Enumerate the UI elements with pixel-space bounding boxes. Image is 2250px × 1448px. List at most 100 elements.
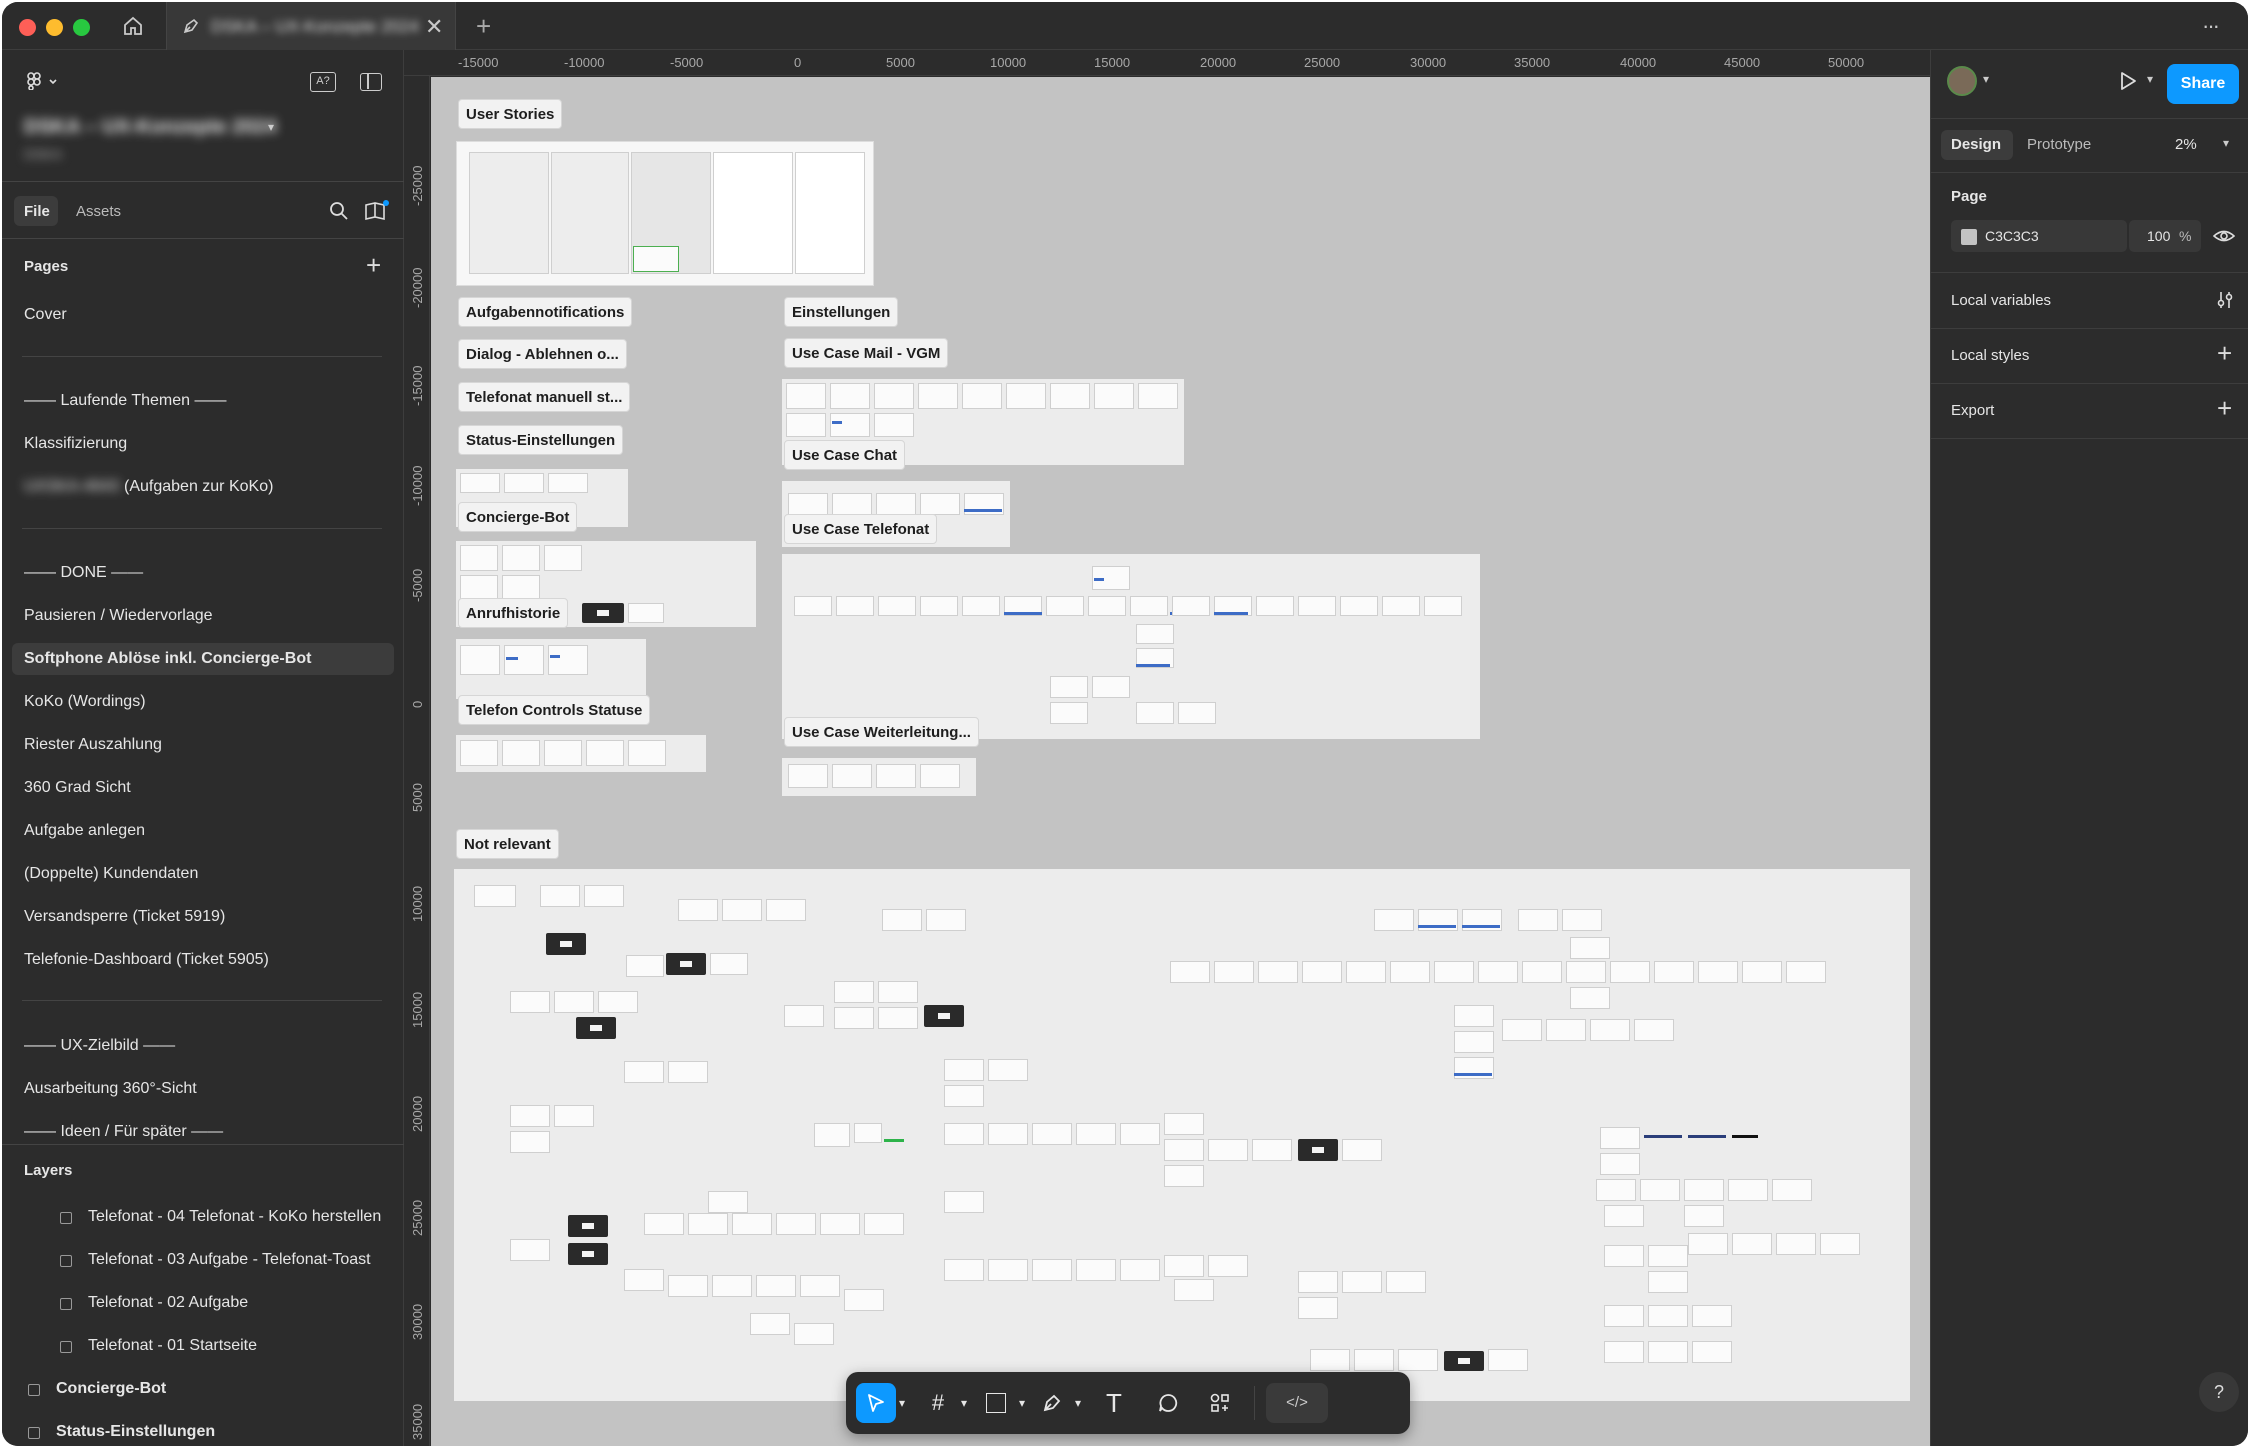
avatar[interactable]: [1947, 66, 1977, 96]
section-label-use-case-mail[interactable]: Use Case Mail - VGM: [784, 338, 949, 368]
frame-tool-icon[interactable]: #: [918, 1383, 958, 1423]
page-item[interactable]: —— DONE ——: [24, 564, 143, 582]
chevron-down-icon[interactable]: ▾: [1070, 1383, 1086, 1423]
close-window-button[interactable]: [19, 19, 36, 36]
section-telefon-controls[interactable]: [456, 735, 706, 772]
section-use-case-weiterleitung[interactable]: [782, 758, 976, 796]
actions-tool-icon[interactable]: [1200, 1383, 1240, 1423]
panel-toggle-icon[interactable]: [360, 73, 382, 91]
section-label-anrufhistorie[interactable]: Anrufhistorie: [458, 598, 569, 628]
page-item[interactable]: KoKo (Wordings): [24, 693, 146, 711]
section-anrufhistorie[interactable]: [456, 639, 646, 699]
chevron-down-icon[interactable]: ▾: [894, 1383, 910, 1423]
section-use-case-telefonat[interactable]: [782, 554, 1480, 739]
figma-menu-icon[interactable]: [26, 72, 60, 95]
color-swatch[interactable]: [1961, 229, 1977, 245]
layer-item[interactable]: Status-Einstellungen: [56, 1423, 215, 1441]
page-item[interactable]: Versandsperre (Ticket 5919): [24, 908, 225, 926]
page-item[interactable]: Klassifizierung: [24, 435, 127, 453]
page-color-field[interactable]: [1951, 220, 2127, 252]
ruler-tick: 25000: [1304, 55, 1341, 70]
tab-prototype[interactable]: Prototype: [2027, 136, 2091, 153]
page-item[interactable]: 360 Grad Sicht: [24, 779, 131, 797]
file-name[interactable]: DSKA – UX-Konzepte 2024: [24, 116, 277, 139]
section-label-concierge-bot[interactable]: Concierge-Bot: [458, 502, 578, 532]
variables-icon[interactable]: [2215, 290, 2235, 315]
frame-layer-icon: [60, 1255, 72, 1267]
section-label-not-relevant[interactable]: Not relevant: [456, 829, 559, 859]
page-item-blurred-prefix: UXSKA-4643: [24, 478, 120, 495]
chevron-down-icon[interactable]: ▾: [2147, 72, 2153, 86]
ruler-tick: 5000: [410, 783, 425, 812]
ruler-tick: 50000: [1828, 55, 1865, 70]
add-style-icon[interactable]: +: [2217, 338, 2232, 369]
add-export-icon[interactable]: +: [2217, 393, 2232, 424]
export-heading[interactable]: Export: [1951, 402, 1994, 419]
page-item[interactable]: Ausarbeitung 360°-Sicht: [24, 1080, 197, 1098]
ai-icon[interactable]: A?: [310, 72, 336, 92]
local-variables-heading[interactable]: Local variables: [1951, 292, 2051, 309]
section-label-status-einstellungen[interactable]: Status-Einstellungen: [458, 425, 624, 455]
page-item[interactable]: (Aufgaben zur KoKo): [124, 478, 273, 496]
section-label-user-stories[interactable]: User Stories: [458, 99, 563, 129]
maximize-window-button[interactable]: [73, 19, 90, 36]
present-icon[interactable]: [2117, 70, 2139, 97]
page-item[interactable]: —— Laufende Themen ——: [24, 392, 226, 410]
home-icon[interactable]: [122, 2, 144, 54]
page-item[interactable]: Cover: [24, 306, 67, 324]
add-page-icon[interactable]: +: [366, 250, 381, 281]
section-label-use-case-chat[interactable]: Use Case Chat: [784, 440, 906, 470]
page-item[interactable]: Riester Auszahlung: [24, 736, 162, 754]
chevron-down-icon[interactable]: ▾: [268, 120, 274, 134]
page-item[interactable]: —— UX-Zielbild ——: [24, 1037, 175, 1055]
section-not-relevant[interactable]: [454, 869, 1910, 1401]
chevron-down-icon[interactable]: ▾: [2223, 136, 2229, 150]
new-tab-button[interactable]: +: [476, 2, 491, 50]
tab-assets[interactable]: Assets: [76, 203, 121, 220]
section-label-use-case-telefonat[interactable]: Use Case Telefonat: [784, 514, 938, 544]
file-tab[interactable]: DSKA – UX-Konzepte 2024 ✕: [166, 2, 456, 51]
section-label-use-case-weiterleitung[interactable]: Use Case Weiterleitung...: [784, 717, 979, 747]
page-opacity-value[interactable]: 100: [2147, 228, 2170, 244]
section-user-stories[interactable]: [456, 141, 874, 286]
page-item[interactable]: Softphone Ablöse inkl. Concierge-Bot: [24, 650, 311, 668]
ruler-tick: -25000: [410, 165, 425, 206]
ruler-tick: -5000: [410, 568, 425, 602]
library-icon[interactable]: [364, 200, 390, 227]
local-styles-heading[interactable]: Local styles: [1951, 347, 2029, 364]
layer-item[interactable]: Telefonat - 03 Aufgabe - Telefonat-Toast: [88, 1251, 371, 1269]
dev-mode-toggle-icon[interactable]: </>: [1266, 1383, 1328, 1423]
chevron-down-icon[interactable]: ▾: [956, 1383, 972, 1423]
chevron-down-icon[interactable]: ▾: [1983, 72, 1989, 86]
section-label-dialog[interactable]: Dialog - Ablehnen o...: [458, 339, 627, 369]
help-button[interactable]: ?: [2199, 1372, 2239, 1412]
layer-item[interactable]: Concierge-Bot: [56, 1380, 166, 1398]
layer-item[interactable]: Telefonat - 01 Startseite: [88, 1337, 257, 1355]
section-label-einstellungen[interactable]: Einstellungen: [784, 297, 899, 327]
minimize-window-button[interactable]: [46, 19, 63, 36]
section-label-aufgabennotifications[interactable]: Aufgabennotifications: [458, 297, 633, 327]
more-menu-button[interactable]: ···: [2202, 2, 2220, 50]
design-canvas[interactable]: User Stories Aufgabennotifications Dialo…: [431, 77, 1930, 1446]
chevron-down-icon[interactable]: ▾: [1014, 1383, 1030, 1423]
zoom-level[interactable]: 2%: [2175, 136, 2197, 153]
page-color-value[interactable]: C3C3C3: [1985, 228, 2039, 244]
layer-item[interactable]: Telefonat - 02 Aufgabe: [88, 1294, 248, 1312]
eye-icon[interactable]: [2212, 227, 2236, 250]
section-label-telefonat-manuell[interactable]: Telefonat manuell st...: [458, 382, 631, 412]
comment-tool-icon[interactable]: [1148, 1383, 1188, 1423]
pen-tool-icon[interactable]: [1032, 1383, 1072, 1423]
section-label-telefon-controls[interactable]: Telefon Controls Statuse: [458, 695, 651, 725]
page-item[interactable]: (Doppelte) Kundendaten: [24, 865, 198, 883]
page-item[interactable]: —— Ideen / Für später ——: [24, 1123, 223, 1141]
close-tab-icon[interactable]: ✕: [425, 14, 443, 40]
layer-item[interactable]: Telefonat - 04 Telefonat - KoKo herstell…: [88, 1208, 381, 1226]
page-item[interactable]: Aufgabe anlegen: [24, 822, 145, 840]
page-item[interactable]: Telefonie-Dashboard (Ticket 5905): [24, 951, 269, 969]
search-icon[interactable]: [328, 200, 350, 227]
rectangle-tool-icon[interactable]: [976, 1383, 1016, 1423]
share-button[interactable]: Share: [2167, 64, 2239, 104]
move-tool-button[interactable]: [856, 1383, 896, 1423]
page-item[interactable]: Pausieren / Wiedervorlage: [24, 607, 213, 625]
text-tool-icon[interactable]: T: [1094, 1383, 1134, 1423]
